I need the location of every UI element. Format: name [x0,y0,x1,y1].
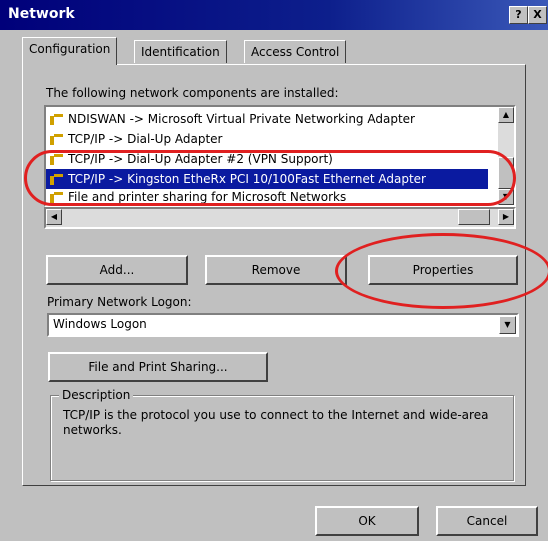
list-item-label: TCP/IP -> Kingston EtheRx PCI 10/100Fast… [68,172,426,186]
primary-logon-label: Primary Network Logon: [47,295,192,309]
window-title: Network [8,6,75,22]
chevron-down-icon[interactable]: ▼ [499,316,516,334]
list-item-label: TCP/IP -> Dial-Up Adapter #2 (VPN Suppor… [68,152,333,166]
properties-button[interactable]: Properties [368,255,518,285]
vertical-scrollbar[interactable]: ▲ ▼ [498,107,514,205]
hscroll-thumb[interactable] [458,209,490,225]
title-bar: Network ? X [0,0,548,30]
description-title: Description [59,388,134,402]
tab-access-control[interactable]: Access Control [244,40,347,63]
file-print-sharing-button[interactable]: File and Print Sharing... [48,352,268,382]
scroll-thumb[interactable] [498,157,514,189]
network-adapter-icon [48,113,64,126]
list-item[interactable]: TCP/IP -> Dial-Up Adapter [46,129,488,149]
network-dialog: Network ? X Configuration Identification… [0,0,548,541]
network-adapter-icon [48,153,64,166]
list-item-label: TCP/IP -> Dial-Up Adapter [68,132,223,146]
scroll-left-icon[interactable]: ◀ [46,209,62,225]
tab-configuration[interactable]: Configuration [22,37,118,65]
add-button[interactable]: Add... [46,255,188,285]
primary-logon-value: Windows Logon [53,317,147,331]
scroll-up-icon[interactable]: ▲ [498,107,514,123]
close-button[interactable]: X [528,6,547,24]
ok-button[interactable]: OK [315,506,419,536]
horizontal-scrollbar[interactable]: ◀ ▶ [44,207,516,229]
network-adapter-icon [48,133,64,146]
list-item-selected[interactable]: TCP/IP -> Kingston EtheRx PCI 10/100Fast… [46,169,488,189]
components-list[interactable]: NDISWAN -> Microsoft Virtual Private Net… [44,105,516,207]
list-item[interactable]: NDISWAN -> Microsoft Virtual Private Net… [46,109,488,129]
description-text: TCP/IP is the protocol you use to connec… [63,408,489,437]
network-adapter-icon [48,173,64,186]
list-item-label: NDISWAN -> Microsoft Virtual Private Net… [68,112,415,126]
help-button[interactable]: ? [509,6,528,24]
components-label: The following network components are ins… [46,86,339,100]
scroll-down-icon[interactable]: ▼ [498,189,514,205]
tab-identification[interactable]: Identification [134,40,227,63]
list-item[interactable]: File and printer sharing for Microsoft N… [46,187,488,207]
list-item-label: File and printer sharing for Microsoft N… [68,190,347,204]
scroll-right-icon[interactable]: ▶ [498,209,514,225]
list-item[interactable]: TCP/IP -> Dial-Up Adapter #2 (VPN Suppor… [46,149,488,169]
cancel-button[interactable]: Cancel [436,506,538,536]
remove-button[interactable]: Remove [205,255,347,285]
primary-logon-select[interactable]: Windows Logon ▼ [47,313,519,337]
description-group: Description TCP/IP is the protocol you u… [50,388,514,481]
file-sharing-icon [48,191,64,204]
